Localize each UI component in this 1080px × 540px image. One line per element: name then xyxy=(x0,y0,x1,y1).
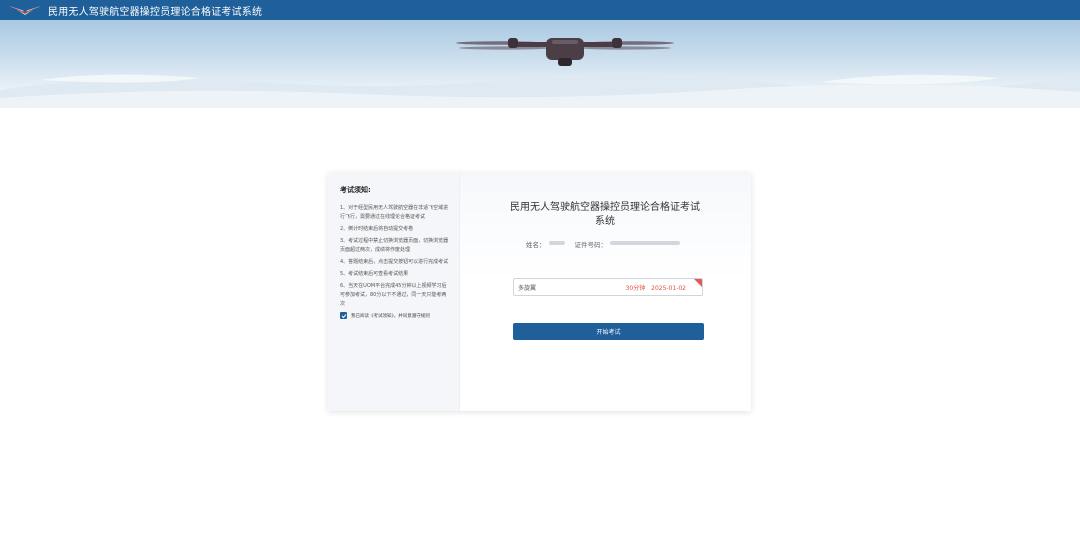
hero-banner xyxy=(0,20,1080,108)
header-bar: 民用无人驾驶航空器操控员理论合格证考试系统 xyxy=(0,0,1080,20)
notice-item: 3、考试过程中禁止切换浏览器页面，切换浏览器页面超过两次，成绩将作废处理 xyxy=(340,238,449,253)
exam-meta: 30分钟 2025-01-02 xyxy=(626,283,686,292)
system-title: 民用无人驾驶航空器操控员理论合格证考试系统 xyxy=(510,202,700,227)
agree-label: 我已阅读《考试须知》，并同意遵守规则 xyxy=(351,313,430,319)
candidate-info: 姓名： 证件号码： xyxy=(526,239,680,249)
agree-checkbox[interactable] xyxy=(340,312,347,319)
checkmark-icon xyxy=(341,313,346,318)
start-exam-button[interactable]: 开始考试 xyxy=(513,323,704,340)
notice-item: 6、当天在UOM平台完成45分钟以上视频学习后可参加考试，80分以下不通过，同一… xyxy=(340,283,447,307)
notice-item: 2、倒计时结束后将自动提交考卷 xyxy=(340,226,414,232)
exam-notice-panel: 考试须知: 1、对于经型民用无人驾驶航空器在非适飞空域进行飞行，需要通过在线理论… xyxy=(328,173,460,411)
name-value-redacted xyxy=(548,241,565,245)
notice-item: 4、答题结束后，点击提交按钮可以进行完成考试 xyxy=(340,259,449,265)
exam-date: 2025-01-02 xyxy=(651,284,686,292)
exam-main-panel: 民用无人驾驶航空器操控员理论合格证考试系统 姓名： 证件号码： 多旋翼 30分钟… xyxy=(460,173,751,411)
notice-title: 考试须知: xyxy=(340,186,371,194)
exam-type: 多旋翼 xyxy=(518,284,537,292)
selected-corner-icon xyxy=(694,279,702,287)
agree-checkbox-row[interactable]: 我已阅读《考试须知》，并同意遵守规则 xyxy=(340,312,449,319)
wings-logo-icon xyxy=(9,6,41,15)
drone-icon xyxy=(456,38,674,66)
id-value-redacted xyxy=(610,241,680,245)
notice-item: 1、对于经型民用无人驾驶航空器在非适飞空域进行飞行，需要通过在线理论合格证考试 xyxy=(340,205,449,220)
exam-option[interactable]: 多旋翼 30分钟 2025-01-02 xyxy=(513,278,703,296)
notice-item: 5、考试结束后可查看考试结果 xyxy=(340,271,409,277)
drone-banner-image xyxy=(0,38,1080,108)
app-title: 民用无人驾驶航空器操控员理论合格证考试系统 xyxy=(48,6,263,18)
name-label: 姓名： xyxy=(526,241,546,249)
exam-duration: 30分钟 xyxy=(625,284,646,292)
exam-card: 考试须知: 1、对于经型民用无人驾驶航空器在非适飞空域进行飞行，需要通过在线理论… xyxy=(328,173,751,411)
id-label: 证件号码： xyxy=(574,241,608,249)
